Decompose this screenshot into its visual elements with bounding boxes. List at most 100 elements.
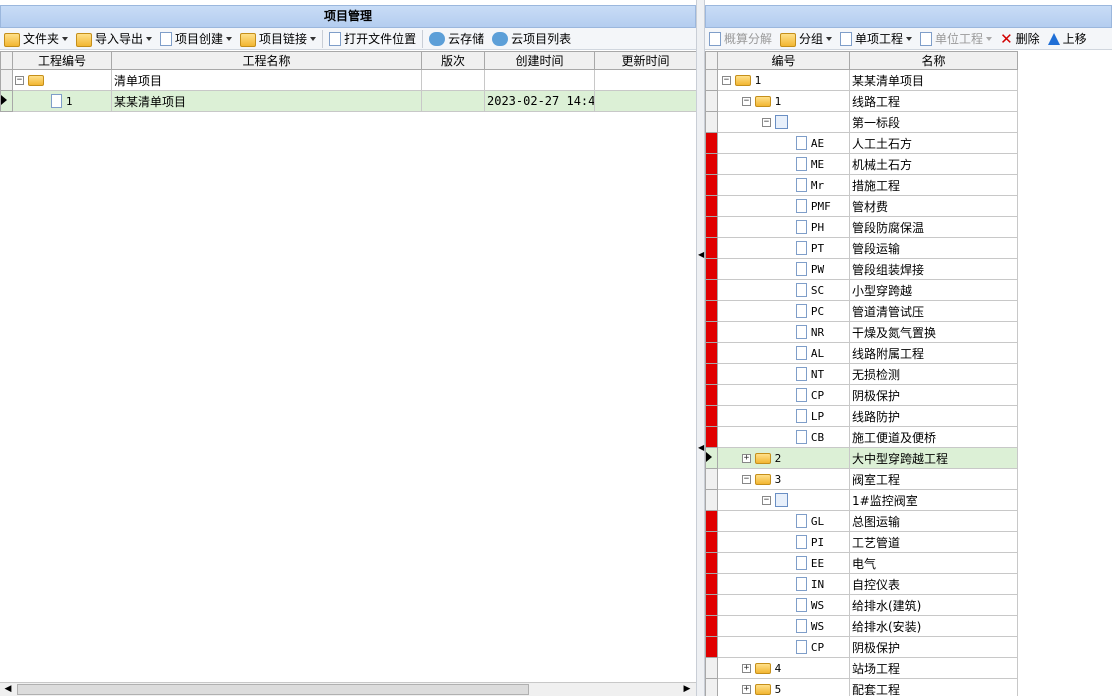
- right-toolbar-button-4[interactable]: ✕ 删除: [996, 29, 1044, 49]
- tree-row[interactable]: ME 机械土石方: [705, 153, 1018, 175]
- column-header[interactable]: 创建时间: [484, 51, 595, 70]
- cell-updated[interactable]: [594, 90, 697, 112]
- cell-name[interactable]: 干燥及氮气置换: [849, 321, 1018, 343]
- cell-code[interactable]: + 4: [717, 657, 850, 679]
- row-status-marker[interactable]: [705, 552, 718, 574]
- cell-name[interactable]: 某某清单项目: [111, 90, 422, 112]
- cell-name[interactable]: 线路附属工程: [849, 342, 1018, 364]
- row-indicator[interactable]: [705, 90, 718, 112]
- scroll-thumb[interactable]: [17, 684, 529, 695]
- cell-version[interactable]: [421, 90, 485, 112]
- cell-code[interactable]: GL: [717, 510, 850, 532]
- row-status-marker[interactable]: [705, 615, 718, 637]
- row-status-marker[interactable]: [705, 300, 718, 322]
- left-toolbar-button-2[interactable]: 项目创建: [156, 29, 236, 49]
- cell-code[interactable]: IN: [717, 573, 850, 595]
- tree-row[interactable]: LP 线路防护: [705, 405, 1018, 427]
- tree-row[interactable]: + 5 配套工程: [705, 678, 1018, 696]
- expand-toggle-icon[interactable]: +: [742, 454, 751, 463]
- cell-code[interactable]: −: [12, 69, 112, 91]
- table-row[interactable]: − 清单项目: [0, 69, 697, 91]
- row-status-marker[interactable]: [705, 174, 718, 196]
- left-toolbar-button-1[interactable]: 导入导出: [72, 29, 156, 49]
- cell-name[interactable]: 阴极保护: [849, 384, 1018, 406]
- tree-row[interactable]: AE 人工土石方: [705, 132, 1018, 154]
- left-toolbar-button-4[interactable]: 打开文件位置: [325, 29, 420, 49]
- collapse-toggle-icon[interactable]: −: [742, 475, 751, 484]
- tree-row[interactable]: PC 管道清管试压: [705, 300, 1018, 322]
- cell-code[interactable]: WS: [717, 594, 850, 616]
- dropdown-caret-icon[interactable]: [146, 36, 153, 41]
- tree-row[interactable]: − 1 线路工程: [705, 90, 1018, 112]
- cell-code[interactable]: AL: [717, 342, 850, 364]
- column-header[interactable]: 工程名称: [111, 51, 422, 70]
- collapse-right-arrow-icon[interactable]: ◀: [698, 443, 704, 452]
- cell-code[interactable]: PW: [717, 258, 850, 280]
- cell-name[interactable]: 线路防护: [849, 405, 1018, 427]
- cell-name[interactable]: 管段组装焊接: [849, 258, 1018, 280]
- cell-code[interactable]: 1: [12, 90, 112, 112]
- tree-row[interactable]: Mr 措施工程: [705, 174, 1018, 196]
- row-status-marker[interactable]: [705, 426, 718, 448]
- column-header[interactable]: 版次: [421, 51, 485, 70]
- row-status-marker[interactable]: [705, 321, 718, 343]
- cell-code[interactable]: SC: [717, 279, 850, 301]
- tree-row[interactable]: EE 电气: [705, 552, 1018, 574]
- dropdown-caret-icon[interactable]: [906, 36, 913, 41]
- cell-code[interactable]: + 5: [717, 678, 850, 696]
- horizontal-scrollbar[interactable]: ◀ ▶: [0, 682, 696, 696]
- row-indicator[interactable]: [705, 468, 718, 490]
- cell-created[interactable]: [484, 69, 595, 91]
- row-indicator[interactable]: [0, 90, 13, 112]
- row-indicator[interactable]: [705, 678, 718, 696]
- cell-name[interactable]: 人工土石方: [849, 132, 1018, 154]
- tree-row[interactable]: GL 总图运输: [705, 510, 1018, 532]
- cell-name[interactable]: 自控仪表: [849, 573, 1018, 595]
- tree-row[interactable]: CP 阴极保护: [705, 384, 1018, 406]
- cell-name[interactable]: 管段运输: [849, 237, 1018, 259]
- expand-toggle-icon[interactable]: +: [742, 664, 751, 673]
- row-status-marker[interactable]: [705, 531, 718, 553]
- scroll-left-arrow-icon[interactable]: ◀: [1, 684, 15, 696]
- tree-row[interactable]: NT 无损检测: [705, 363, 1018, 385]
- row-status-marker[interactable]: [705, 384, 718, 406]
- cell-code[interactable]: Mr: [717, 174, 850, 196]
- cell-name[interactable]: 站场工程: [849, 657, 1018, 679]
- cell-name[interactable]: 某某清单项目: [849, 69, 1018, 91]
- tree-row[interactable]: AL 线路附属工程: [705, 342, 1018, 364]
- cell-name[interactable]: 线路工程: [849, 90, 1018, 112]
- cell-name[interactable]: 管材费: [849, 195, 1018, 217]
- right-toolbar-button-2[interactable]: 单项工程: [836, 29, 916, 49]
- row-status-marker[interactable]: [705, 405, 718, 427]
- tree-row[interactable]: − 1 某某清单项目: [705, 69, 1018, 91]
- collapse-left-arrow-icon[interactable]: ◀: [698, 250, 704, 259]
- cell-code[interactable]: WS: [717, 615, 850, 637]
- expand-toggle-icon[interactable]: +: [742, 685, 751, 694]
- row-status-marker[interactable]: [705, 342, 718, 364]
- cell-name[interactable]: 无损检测: [849, 363, 1018, 385]
- cell-code[interactable]: −: [717, 111, 850, 133]
- cell-code[interactable]: − 3: [717, 468, 850, 490]
- cell-code[interactable]: PMF: [717, 195, 850, 217]
- cell-code[interactable]: AE: [717, 132, 850, 154]
- collapse-toggle-icon[interactable]: −: [762, 495, 771, 505]
- left-toolbar-button-3[interactable]: 项目链接: [236, 29, 320, 49]
- cell-code[interactable]: PH: [717, 216, 850, 238]
- row-status-marker[interactable]: [705, 258, 718, 280]
- cell-code[interactable]: CB: [717, 426, 850, 448]
- row-status-marker[interactable]: [705, 594, 718, 616]
- row-indicator[interactable]: [705, 111, 718, 133]
- left-toolbar-button-6[interactable]: 云项目列表: [488, 29, 575, 49]
- row-status-marker[interactable]: [705, 216, 718, 238]
- cell-name[interactable]: 第一标段: [849, 111, 1018, 133]
- cell-name[interactable]: 配套工程: [849, 678, 1018, 696]
- pane-splitter[interactable]: ◀ ◀: [696, 0, 705, 696]
- dropdown-caret-icon[interactable]: [986, 36, 993, 41]
- cell-code[interactable]: CP: [717, 636, 850, 658]
- cell-name[interactable]: 阴极保护: [849, 636, 1018, 658]
- left-toolbar-button-5[interactable]: 云存储: [425, 29, 488, 49]
- tree-row[interactable]: SC 小型穿跨越: [705, 279, 1018, 301]
- row-indicator[interactable]: [705, 447, 718, 469]
- cell-code[interactable]: ME: [717, 153, 850, 175]
- column-header[interactable]: 工程编号: [12, 51, 112, 70]
